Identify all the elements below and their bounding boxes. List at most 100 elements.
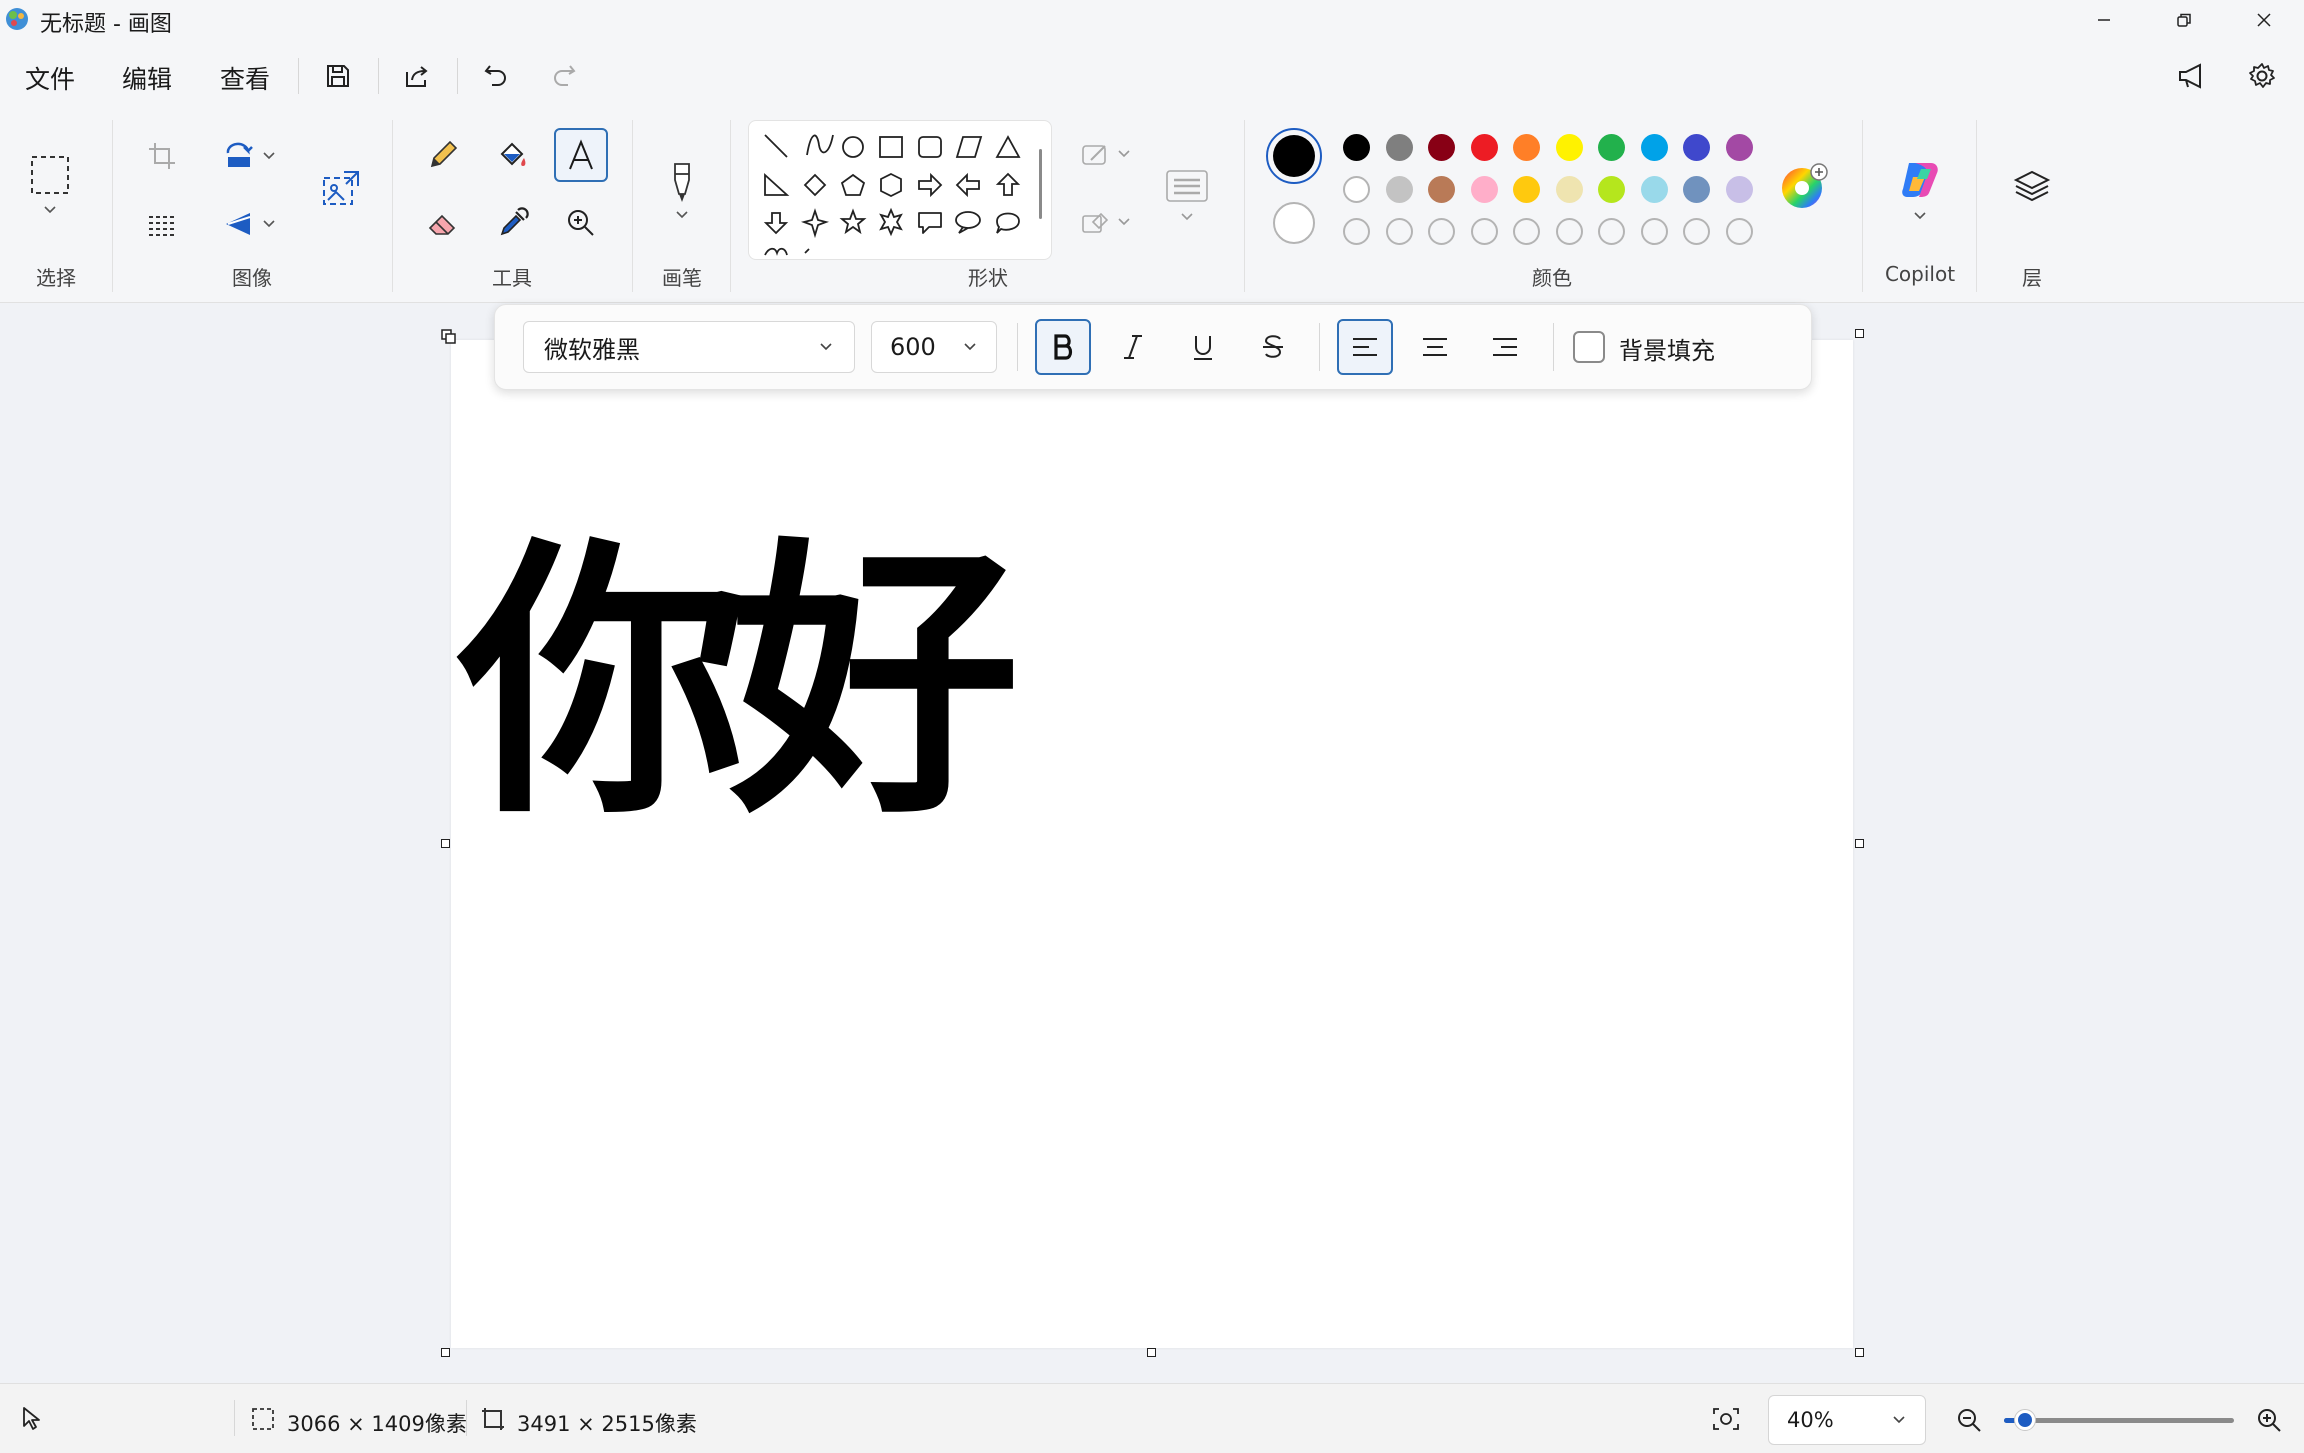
menu-view[interactable]: 查看	[220, 60, 270, 96]
feedback-button[interactable]	[2168, 54, 2216, 98]
custom-color-slot[interactable]	[1555, 218, 1583, 245]
custom-color-slot[interactable]	[1640, 218, 1668, 245]
fit-to-window-button[interactable]	[1708, 1403, 1744, 1435]
zoom-out-button[interactable]	[1952, 1403, 1986, 1437]
share-icon	[406, 66, 428, 87]
color-swatch[interactable]	[1725, 134, 1753, 161]
color-swatch[interactable]	[1513, 134, 1540, 161]
font-family-dropdown[interactable]: 微软雅黑	[523, 321, 855, 373]
text-tool[interactable]	[554, 128, 608, 182]
select-tool[interactable]	[24, 148, 76, 224]
rotate-button[interactable]	[214, 136, 284, 176]
custom-color-slot[interactable]	[1683, 218, 1710, 245]
color-swatch[interactable]	[1513, 176, 1540, 203]
canvas-text-content[interactable]: 你好	[458, 540, 1020, 830]
color-swatch[interactable]	[1343, 134, 1370, 161]
fill-tool[interactable]	[490, 132, 536, 178]
resize-handle-bottom-right[interactable]	[1855, 1348, 1864, 1357]
stroke-size-button[interactable]	[1162, 156, 1212, 236]
group-label-select: 选择	[36, 266, 76, 290]
align-left-icon	[1353, 338, 1377, 356]
strikethrough-button[interactable]	[1245, 319, 1301, 375]
rotate-icon	[226, 142, 253, 167]
resize-handle-bottom-middle[interactable]	[1147, 1348, 1156, 1357]
resize-handle-middle-left[interactable]	[441, 839, 450, 848]
custom-color-slot[interactable]	[1513, 218, 1540, 245]
color-swatch[interactable]	[1385, 176, 1413, 203]
align-right-button[interactable]	[1477, 319, 1533, 375]
zoom-in-button[interactable]	[2252, 1403, 2286, 1437]
cursor-position	[18, 1404, 42, 1436]
color-picker-tool[interactable]	[490, 200, 536, 246]
resize-handle-bottom-left[interactable]	[441, 1348, 450, 1357]
zoom-in-icon	[2258, 1409, 2281, 1432]
resize-skew-icon	[149, 216, 175, 236]
resize-handle-top-right[interactable]	[1855, 329, 1864, 338]
edit-colors-button[interactable]	[1780, 162, 1828, 208]
layers-button[interactable]	[2006, 160, 2058, 212]
minimize-button[interactable]	[2064, 0, 2144, 40]
resize-handle-middle-right[interactable]	[1855, 839, 1864, 848]
image-resize-button[interactable]	[316, 164, 366, 214]
color-swatch[interactable]	[1683, 176, 1710, 203]
crop-button[interactable]	[142, 136, 182, 176]
color-swatch[interactable]	[1470, 176, 1498, 203]
secondary-color-button[interactable]	[1273, 202, 1315, 244]
settings-button[interactable]	[2238, 54, 2286, 98]
shape-outline-button[interactable]	[1072, 138, 1138, 170]
pencil-tool[interactable]	[420, 132, 466, 178]
color-swatch[interactable]	[1555, 176, 1583, 203]
color-swatch[interactable]	[1640, 176, 1668, 203]
toolbar-divider	[1553, 323, 1554, 371]
text-move-handle[interactable]	[441, 329, 457, 345]
close-button[interactable]	[2224, 0, 2304, 40]
menu-edit[interactable]: 编辑	[122, 60, 172, 96]
font-size-dropdown[interactable]: 600	[871, 321, 997, 373]
align-center-button[interactable]	[1407, 319, 1463, 375]
background-fill-checkbox[interactable]	[1573, 331, 1605, 363]
zoom-slider[interactable]	[2004, 1409, 2234, 1431]
text-icon	[569, 139, 593, 170]
color-swatch[interactable]	[1428, 134, 1455, 161]
color-wheel-icon	[1782, 163, 1828, 208]
zoom-dropdown[interactable]: 40%	[1768, 1395, 1926, 1445]
color-swatch[interactable]	[1343, 176, 1370, 203]
primary-color-button[interactable]	[1266, 128, 1322, 184]
color-swatch[interactable]	[1725, 176, 1753, 203]
custom-color-slot[interactable]	[1470, 218, 1498, 245]
italic-button[interactable]	[1105, 319, 1161, 375]
share-button[interactable]	[393, 54, 441, 98]
magnifier-tool[interactable]	[558, 200, 604, 246]
color-swatch[interactable]	[1598, 176, 1625, 203]
bold-button[interactable]	[1035, 319, 1091, 375]
eraser-tool[interactable]	[420, 200, 466, 246]
save-button[interactable]	[314, 54, 362, 98]
custom-color-slot[interactable]	[1385, 218, 1413, 245]
custom-color-slot[interactable]	[1428, 218, 1455, 245]
canvas-size	[480, 1406, 506, 1436]
color-swatch[interactable]	[1470, 134, 1498, 161]
shape-fill-button[interactable]	[1072, 206, 1138, 238]
chevron-down-icon	[676, 211, 688, 219]
restore-button[interactable]	[2144, 0, 2224, 40]
color-swatch[interactable]	[1640, 134, 1668, 161]
zoom-slider-thumb[interactable]	[2013, 1409, 2036, 1431]
color-swatch[interactable]	[1683, 134, 1710, 161]
color-swatch[interactable]	[1598, 134, 1625, 161]
flip-button[interactable]	[214, 204, 284, 244]
custom-color-slot[interactable]	[1725, 218, 1753, 245]
color-swatch[interactable]	[1385, 134, 1413, 161]
resize-button[interactable]	[142, 204, 182, 244]
redo-button[interactable]	[540, 54, 588, 98]
copilot-button[interactable]	[1890, 150, 1950, 230]
menu-file[interactable]: 文件	[25, 60, 75, 96]
undo-button[interactable]	[472, 54, 520, 98]
zoom-value: 40%	[1787, 1408, 1834, 1432]
custom-color-slot[interactable]	[1598, 218, 1625, 245]
color-swatch[interactable]	[1428, 176, 1455, 203]
align-left-button[interactable]	[1337, 319, 1393, 375]
underline-button[interactable]	[1175, 319, 1231, 375]
custom-color-slot[interactable]	[1343, 218, 1370, 245]
color-swatch[interactable]	[1555, 134, 1583, 161]
brushes-button[interactable]	[658, 146, 706, 236]
